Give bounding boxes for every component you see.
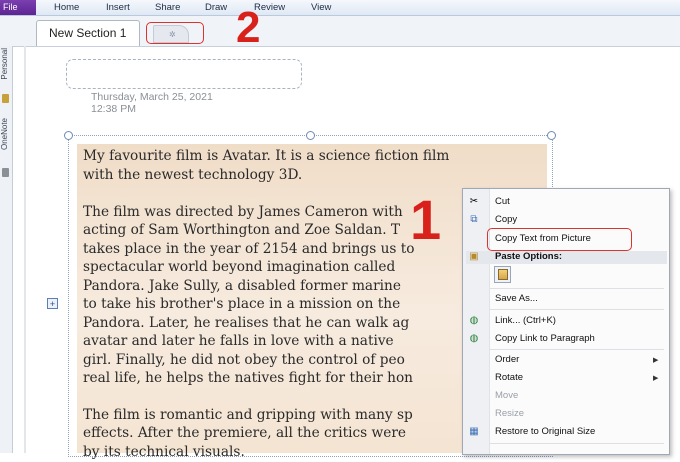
- ribbon-menu-bar: File Home Insert Share Draw Review View: [0, 0, 680, 16]
- copy-text-from-picture-highlight: [487, 228, 632, 251]
- picture-text-line: girl. Finally, he did not obey the contr…: [83, 352, 405, 368]
- resize-handle[interactable]: [64, 131, 73, 140]
- picture-text-line: The film is romantic and gripping with m…: [83, 407, 413, 423]
- picture-text-line: spectacular world beyond imagination cal…: [83, 259, 396, 275]
- notebook-icon[interactable]: [2, 94, 9, 103]
- section-tab-new-section-1[interactable]: New Section 1: [36, 20, 140, 46]
- paste-options-label: Paste Options:: [495, 251, 563, 262]
- picture-text-line: The film was directed by James Cameron w…: [83, 204, 403, 220]
- menu-item-copy[interactable]: Copy: [495, 213, 517, 227]
- globe-link-icon: ◍: [469, 315, 479, 326]
- menu-item-restore-original-size[interactable]: Restore to Original Size: [495, 425, 595, 439]
- menu-share[interactable]: Share: [155, 0, 180, 15]
- menu-separator: [490, 443, 664, 444]
- resize-handle[interactable]: [306, 131, 315, 140]
- picture-text-line: acting of Sam Worthington and Zoe Saldan…: [83, 222, 401, 238]
- sparkle-icon: ✲: [169, 30, 176, 39]
- picture-text-line: real life, he helps the natives fight fo…: [83, 370, 413, 386]
- paragraph-link-icon: ◍: [469, 333, 479, 344]
- picture-text-line: My favourite film is Avatar. It is a sci…: [83, 148, 450, 164]
- menu-separator: [490, 309, 664, 310]
- menu-item-move: Move: [495, 390, 519, 401]
- resize-handle[interactable]: [547, 131, 556, 140]
- menu-item-save-as[interactable]: Save As...: [495, 292, 538, 306]
- paste-picture-icon: [498, 269, 508, 280]
- menu-separator: [490, 288, 664, 289]
- picture-text-line: takes place in the year of 2154 and brin…: [83, 241, 415, 257]
- menu-item-copy-link-to-paragraph[interactable]: Copy Link to Paragraph: [495, 332, 595, 346]
- notebook-label-onenote[interactable]: OneNote: [0, 118, 9, 150]
- notebook-side-strip: Personal OneNote: [0, 46, 13, 453]
- page-date: Thursday, March 25, 2021: [91, 91, 213, 103]
- picture-text-line: with the newest technology 3D.: [83, 167, 303, 183]
- picture-text-line: to take his brother's place in a mission…: [83, 296, 401, 312]
- menu-item-rotate[interactable]: Rotate: [495, 371, 523, 385]
- menu-item-link[interactable]: Link... (Ctrl+K): [495, 314, 556, 328]
- copy-icon: ⧉: [470, 214, 478, 225]
- file-tab[interactable]: File: [0, 0, 36, 15]
- picture-text-line: effects. After the premiere, all the cri…: [83, 425, 406, 441]
- notebook-label-personal[interactable]: Personal: [0, 48, 9, 80]
- menu-separator: [490, 349, 664, 350]
- create-new-section-tab[interactable]: ✲: [153, 25, 189, 43]
- menu-home[interactable]: Home: [54, 0, 79, 15]
- picture-text-line: by its technical visuals.: [83, 444, 245, 460]
- picture-text-line: Pandora. Later, he realises that he can …: [83, 315, 410, 331]
- annotation-marker-2: 2: [236, 3, 261, 52]
- menu-item-cut[interactable]: Cut: [495, 195, 510, 209]
- scissors-icon: ✂: [469, 196, 479, 207]
- menu-draw[interactable]: Draw: [205, 0, 227, 15]
- notebook-icon[interactable]: [2, 168, 9, 177]
- annotation-marker-1: 1: [410, 188, 442, 251]
- picture-text-line: Pandora. Jake Sully, a disabled former m…: [83, 278, 401, 294]
- move-handle-icon[interactable]: +: [47, 298, 58, 309]
- create-new-section-highlight: ✲: [146, 22, 204, 44]
- restore-size-icon: ▦: [469, 426, 479, 437]
- page-time: 12:38 PM: [91, 103, 136, 115]
- menu-insert[interactable]: Insert: [106, 0, 130, 15]
- menu-item-resize: Resize: [495, 408, 525, 419]
- menu-view[interactable]: View: [311, 0, 331, 15]
- picture-text-line: avatar and later he falls in love with a…: [83, 333, 394, 349]
- paste-picture-button[interactable]: [494, 266, 511, 283]
- page-title-input[interactable]: [66, 59, 302, 89]
- clipboard-icon: ▣: [469, 251, 479, 262]
- page-edge: [24, 46, 26, 453]
- menu-item-order[interactable]: Order: [495, 353, 519, 367]
- submenu-arrow-icon: ▶: [653, 357, 659, 364]
- submenu-arrow-icon: ▶: [653, 375, 659, 382]
